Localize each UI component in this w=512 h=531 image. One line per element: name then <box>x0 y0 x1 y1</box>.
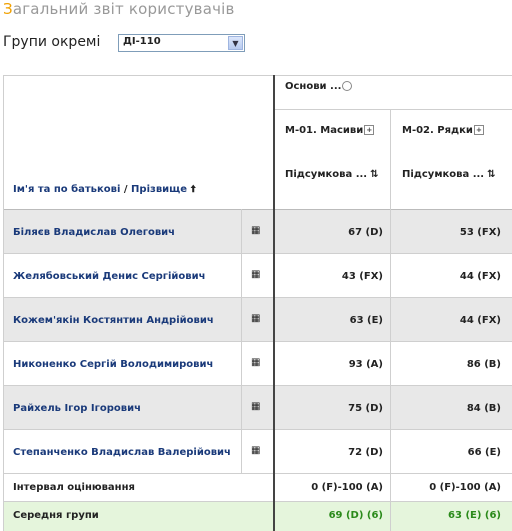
chevron-down-icon[interactable]: ▼ <box>228 36 243 50</box>
column-group-header: Основи ... <box>285 81 353 92</box>
grade-cell: 43 (FX) <box>341 271 383 282</box>
average-label: Середня групи <box>13 510 99 521</box>
student-name[interactable]: Никоненко Сергій Володимирович <box>13 359 213 370</box>
grade-cell: 53 (FX) <box>459 227 501 238</box>
grade-cell: 75 (D) <box>348 403 383 414</box>
grade-cell: 66 (E) <box>467 447 501 458</box>
student-name[interactable]: Кожем'якін Костянтин Андрійович <box>13 315 214 326</box>
average-cell: 69 (D) (6) <box>328 510 383 521</box>
interval-cell: 0 (F)-100 (A) <box>429 482 501 493</box>
column-header-m01: М-01. Масиви + <box>285 125 375 136</box>
calculator-icon[interactable]: ▦ <box>251 314 261 324</box>
column-header-m02: М-02. Рядки + <box>402 125 484 136</box>
page-title: Загальний звіт користувачів <box>3 0 235 18</box>
column-subheader-m02[interactable]: Підсумкова ... ⇅ <box>402 169 496 180</box>
name-column-header: Ім'я та по батькові / Прізвище 🠩 <box>13 184 196 195</box>
calculator-icon[interactable]: ▦ <box>251 402 261 412</box>
grade-cell: 67 (D) <box>348 227 383 238</box>
column-subheader-m01[interactable]: Підсумкова ... ⇅ <box>285 169 379 180</box>
group-select-value: ДІ-110 <box>123 36 161 47</box>
grade-cell: 63 (E) <box>349 315 383 326</box>
sort-arrows-icon[interactable]: ⇅ <box>487 169 495 180</box>
expand-plus-icon[interactable]: + <box>364 125 375 135</box>
grade-cell: 72 (D) <box>348 447 383 458</box>
calculator-icon[interactable]: ▦ <box>251 270 261 280</box>
grade-cell: 44 (FX) <box>459 271 501 282</box>
group-select[interactable]: ДІ-110 ▼ <box>118 34 245 52</box>
student-name[interactable]: Желябовський Денис Сергійович <box>13 271 206 282</box>
student-name[interactable]: Райхель Ігор Ігорович <box>13 403 141 414</box>
sort-arrows-icon[interactable]: ⇅ <box>370 169 378 180</box>
group-filter-label: Групи окремі <box>3 34 101 50</box>
collapse-toggle-icon[interactable] <box>342 81 353 91</box>
grade-cell: 84 (B) <box>466 403 501 414</box>
calculator-icon[interactable]: ▦ <box>251 446 261 456</box>
sort-by-name-link[interactable]: Ім'я та по батькові <box>13 184 120 195</box>
average-cell: 63 (E) (6) <box>448 510 501 521</box>
calculator-icon[interactable]: ▦ <box>251 358 261 368</box>
report-table: Основи ... М-01. Масиви + М-02. Рядки + Пі… <box>3 75 512 531</box>
student-name[interactable]: Степанченко Владислав Валерійович <box>13 447 231 458</box>
grade-cell: 44 (FX) <box>459 315 501 326</box>
student-name[interactable]: Біляєв Владислав Олегович <box>13 227 175 238</box>
calculator-icon[interactable]: ▦ <box>251 226 261 236</box>
expand-plus-icon[interactable]: + <box>473 125 484 135</box>
sort-by-surname-link[interactable]: Прізвище <box>131 184 187 195</box>
sort-up-arrow-icon: 🠩 <box>190 184 196 195</box>
interval-label: Інтервал оцінювання <box>13 482 135 493</box>
grade-cell: 93 (A) <box>348 359 383 370</box>
interval-cell: 0 (F)-100 (A) <box>311 482 383 493</box>
grade-cell: 86 (B) <box>466 359 501 370</box>
